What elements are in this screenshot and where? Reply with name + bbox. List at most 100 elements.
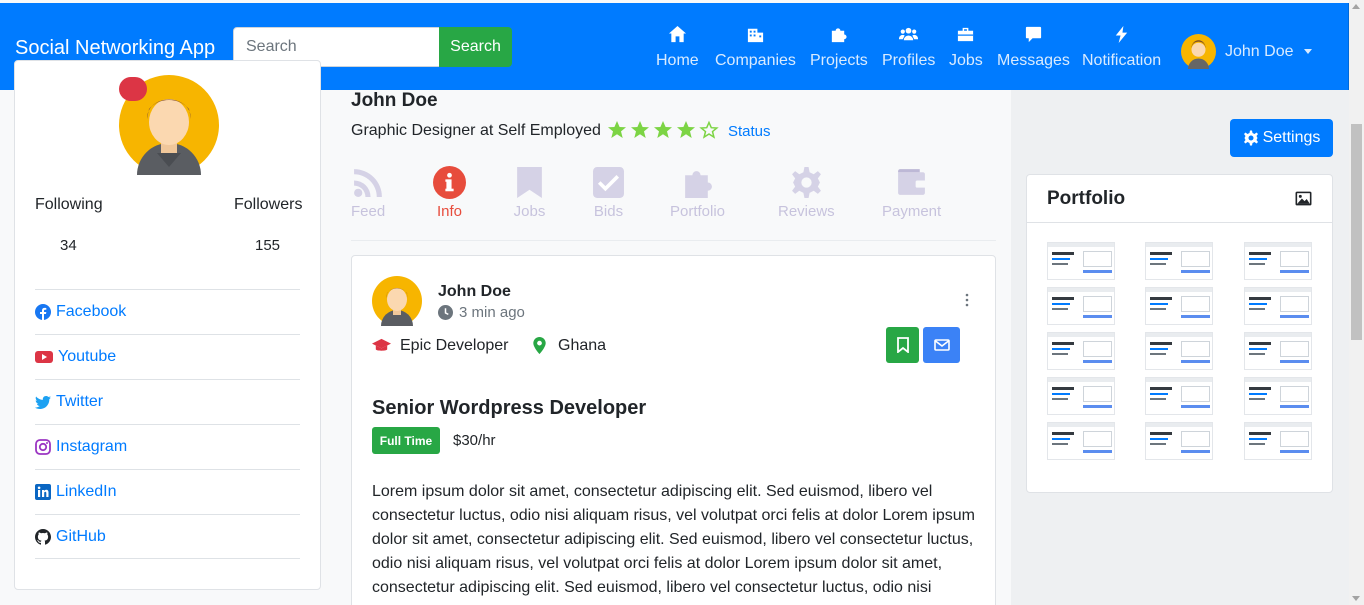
profile-name: John Doe [351, 90, 438, 111]
settings-button[interactable]: Settings [1230, 119, 1333, 157]
tab-info[interactable]: Info [433, 166, 466, 220]
following-count: 34 [60, 237, 77, 254]
portfolio-thumbnail[interactable] [1145, 377, 1213, 415]
nav-label: Profiles [882, 52, 936, 69]
social-label: Youtube [58, 348, 117, 365]
portfolio-thumbnail[interactable] [1145, 287, 1213, 325]
nav-item-messages[interactable]: Messages [997, 25, 1070, 70]
star-filled-icon [631, 121, 649, 138]
avatar [1181, 34, 1216, 69]
check-square-icon [593, 167, 624, 198]
post-author-avatar [372, 276, 422, 326]
image-icon[interactable] [1295, 190, 1312, 207]
portfolio-title: Portfolio [1047, 187, 1126, 209]
tab-payment[interactable]: Payment [882, 166, 941, 220]
bookmark-icon [896, 337, 909, 353]
followers-label: Followers [234, 196, 303, 213]
post-badge: Epic Developer [372, 336, 509, 355]
nav-label: Companies [715, 52, 796, 69]
briefcase-icon [958, 27, 974, 42]
tab-portfolio[interactable]: Portfolio [670, 166, 725, 220]
portfolio-thumbnail[interactable] [1047, 332, 1115, 370]
tab-label: Reviews [778, 203, 835, 220]
rating-stars [607, 120, 719, 140]
post-badge-text: Epic Developer [400, 336, 509, 354]
user-name: John Doe [1225, 42, 1294, 60]
portfolio-thumbnail[interactable] [1047, 287, 1115, 325]
social-label: GitHub [56, 527, 106, 545]
nav-item-companies[interactable]: Companies [715, 25, 796, 70]
social-link-twitter[interactable]: Twitter [35, 379, 300, 424]
tab-reviews[interactable]: Reviews [778, 166, 835, 220]
portfolio-thumbnail[interactable] [1244, 422, 1312, 460]
scroll-up-arrow[interactable] [1352, 4, 1360, 9]
nav-item-jobs[interactable]: Jobs [949, 25, 983, 70]
puzzle-icon [685, 171, 712, 198]
scrollbar-thumb[interactable] [1351, 124, 1362, 340]
more-options-icon[interactable] [964, 292, 970, 308]
social-links-list: Facebook Youtube Twitter Instagram Linke… [35, 289, 300, 559]
post-location: Ghana [530, 336, 606, 355]
scroll-down-arrow[interactable] [1352, 596, 1360, 601]
scrollbar[interactable] [1349, 0, 1364, 605]
tab-bids[interactable]: Bids [592, 166, 625, 220]
wallet-icon [898, 169, 928, 195]
post-location-text: Ghana [558, 336, 607, 354]
graduation-cap-icon [372, 338, 391, 351]
social-link-youtube[interactable]: Youtube [35, 334, 300, 379]
brand-title[interactable]: Social Networking App [15, 37, 215, 60]
social-link-linkedin[interactable]: LinkedIn [35, 469, 300, 514]
search-button[interactable]: Search [439, 27, 512, 67]
home-icon [668, 25, 686, 43]
bolt-icon [1115, 25, 1128, 44]
cog-icon [791, 167, 821, 198]
tab-jobs[interactable]: Jobs [513, 166, 546, 220]
users-icon [899, 27, 919, 41]
star-filled-icon [608, 121, 626, 138]
nav-item-profiles[interactable]: Profiles [882, 25, 935, 70]
star-filled-icon [677, 121, 695, 138]
tab-label: Feed [351, 203, 386, 220]
nav-item-notification[interactable]: Notification [1082, 25, 1161, 70]
social-link-github[interactable]: GitHub [35, 514, 300, 559]
bookmark-button[interactable] [886, 327, 919, 363]
nav-label: Messages [997, 52, 1070, 69]
map-marker-icon [533, 336, 546, 355]
portfolio-thumbnail[interactable] [1145, 422, 1213, 460]
nav-item-projects[interactable]: Projects [810, 25, 868, 70]
portfolio-thumbnail[interactable] [1145, 242, 1213, 280]
job-post-card: John Doe 3 min ago Epic Developer Ghana … [351, 255, 996, 605]
post-time-text: 3 min ago [459, 304, 525, 321]
nav-label: Home [656, 52, 699, 69]
bookmark-icon [517, 167, 542, 198]
social-label: Twitter [56, 393, 104, 410]
profile-sidebar-card: Following Followers 34 155 Facebook Yout… [14, 60, 321, 590]
job-rate: $30/hr [453, 432, 496, 449]
portfolio-thumbnail[interactable] [1244, 332, 1312, 370]
cog-icon [1243, 130, 1258, 146]
tab-label: Payment [882, 203, 942, 220]
portfolio-thumbnail[interactable] [1047, 242, 1115, 280]
tab-feed[interactable]: Feed [351, 166, 385, 220]
profile-title: Graphic Designer at Self Employed [351, 122, 601, 139]
message-button[interactable] [923, 327, 960, 363]
status-link[interactable]: Status [728, 123, 771, 140]
building-icon [747, 28, 764, 43]
portfolio-thumbnail[interactable] [1244, 242, 1312, 280]
star-filled-icon [654, 121, 672, 138]
social-link-facebook[interactable]: Facebook [35, 289, 300, 334]
nav-item-home[interactable]: Home [656, 25, 699, 70]
user-menu-dropdown[interactable]: John Doe [1181, 34, 1312, 69]
puzzle-icon [832, 28, 847, 43]
post-author-name[interactable]: John Doe [438, 283, 511, 301]
portfolio-thumbnail[interactable] [1244, 287, 1312, 325]
portfolio-thumbnail[interactable] [1047, 422, 1115, 460]
portfolio-thumbnail[interactable] [1244, 377, 1312, 415]
info-icon [433, 166, 466, 199]
tab-label: Info [436, 203, 463, 220]
social-link-instagram[interactable]: Instagram [35, 424, 300, 469]
twitter-icon [35, 396, 51, 409]
job-title[interactable]: Senior Wordpress Developer [372, 397, 646, 420]
portfolio-thumbnail[interactable] [1047, 377, 1115, 415]
portfolio-thumbnail[interactable] [1145, 332, 1213, 370]
